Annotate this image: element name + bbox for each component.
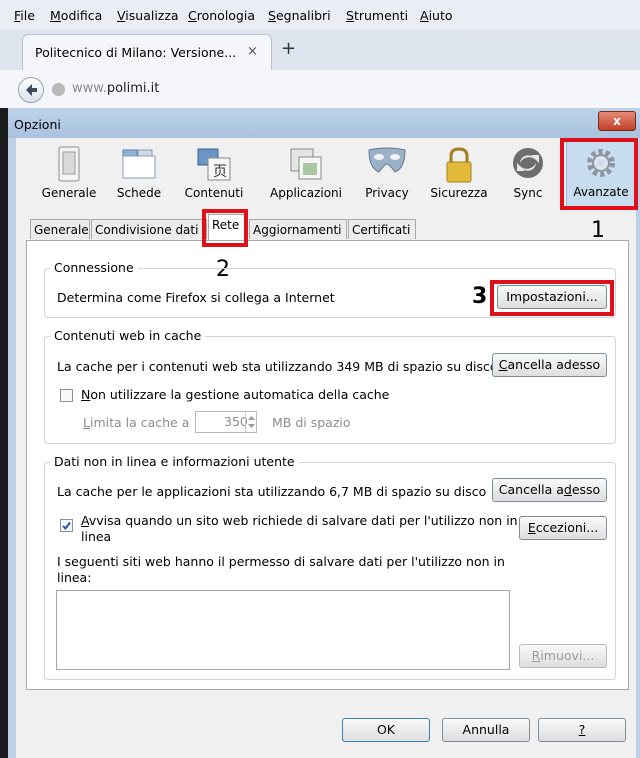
spinner-arrows[interactable]	[245, 412, 257, 432]
menu-visualizza[interactable]: Visualizza	[117, 8, 179, 23]
tab-close-icon[interactable]: ×	[247, 44, 258, 59]
cache-size-unit: MB di spazio	[272, 415, 351, 430]
pane-applicazioni[interactable]: Applicazioni	[260, 142, 352, 206]
pane-schede[interactable]: Schede	[108, 142, 170, 206]
pane-sync[interactable]: Sync	[500, 142, 556, 206]
disable-auto-cache-checkbox[interactable]	[60, 389, 73, 402]
svg-text:页: 页	[213, 164, 227, 180]
ok-button[interactable]: OK	[342, 718, 430, 742]
spinner-arrows-icon	[248, 416, 255, 428]
checkmark-icon	[62, 521, 71, 531]
annotation-box-rete	[202, 209, 248, 247]
limit-cache-label: Limita la cache a	[83, 415, 190, 430]
subtab-certificati[interactable]: Certificati	[348, 219, 416, 239]
offline-description: La cache per le applicazioni sta utilizz…	[57, 484, 487, 499]
pane-contenuti[interactable]: 页 Contenuti	[178, 142, 250, 206]
clear-offline-button[interactable]: Cancella adesso	[492, 478, 607, 502]
offline-sites-label: I seguenti siti web hanno il permesso di…	[57, 554, 505, 569]
offline-sites-label-line2: linea:	[57, 570, 92, 585]
pane-generale[interactable]: Generale	[36, 142, 102, 206]
menu-modifica[interactable]: Modifica	[50, 8, 102, 23]
pane-privacy[interactable]: Privacy	[357, 142, 417, 206]
subtab-condivisione-dati[interactable]: Condivisione dati	[91, 219, 207, 239]
switch-icon	[58, 146, 80, 182]
annotation-number-3: 3	[472, 284, 488, 309]
globe-icon	[52, 83, 65, 96]
annotation-box-impostazioni	[490, 280, 614, 316]
menu-segnalibri[interactable]: Segnalibri	[268, 8, 331, 23]
new-tab-button[interactable]: +	[281, 38, 296, 59]
menu-aiuto[interactable]: Aiuto	[420, 8, 453, 23]
remove-button[interactable]: Rimuovi...	[519, 644, 607, 668]
clear-cache-button[interactable]: Cancella adesso	[492, 353, 607, 377]
lock-icon	[446, 147, 472, 183]
tab-title: Politecnico di Milano: Versione...	[35, 45, 237, 60]
browser-tab[interactable]: Politecnico di Milano: Versione... ×	[22, 34, 272, 71]
back-arrow-icon	[26, 84, 37, 96]
address-bar[interactable]: www.polimi.it	[72, 81, 159, 96]
menu-file[interactable]: File	[14, 8, 35, 23]
help-button[interactable]: ?	[538, 718, 626, 742]
back-button[interactable]	[18, 77, 44, 103]
annotation-box-avanzate	[560, 138, 638, 210]
exceptions-button[interactable]: Eccezioni...	[519, 516, 607, 540]
cancel-button[interactable]: Annulla	[442, 718, 530, 742]
mask-icon	[368, 147, 406, 173]
pane-sicurezza[interactable]: Sicurezza	[424, 142, 494, 206]
menu-cronologia[interactable]: Cronologia	[188, 8, 255, 23]
connessione-description: Determina come Firefox si collega a Inte…	[57, 290, 335, 305]
menu-strumenti[interactable]: Strumenti	[346, 8, 408, 23]
applications-icon	[290, 148, 322, 180]
warn-offline-label: Avvisa quando un sito web richiede di sa…	[81, 513, 518, 528]
warn-offline-checkbox[interactable]	[60, 519, 73, 532]
warn-offline-label-line2: linea	[81, 529, 112, 544]
tabs-icon	[122, 149, 156, 179]
offline-sites-list[interactable]	[56, 590, 510, 670]
dialog-titlebar[interactable]	[8, 108, 640, 138]
group-title-cache: Contenuti web in cache	[50, 328, 206, 343]
dialog-close-button[interactable]: x	[598, 111, 636, 131]
content-icon: 页	[197, 148, 231, 181]
disable-auto-cache-label: Non utilizzare la gestione automatica de…	[81, 387, 390, 402]
subtab-aggiornamenti[interactable]: Aggiornamenti	[249, 219, 347, 239]
sync-icon	[513, 148, 543, 178]
subtab-generale[interactable]: Generale	[30, 219, 90, 239]
dialog-title: Opzioni	[14, 117, 61, 132]
group-title-offline-data: Dati non in linea e informazioni utente	[50, 454, 299, 469]
cache-description: La cache per i contenuti web sta utilizz…	[57, 359, 498, 374]
group-title-connessione: Connessione	[50, 260, 138, 275]
